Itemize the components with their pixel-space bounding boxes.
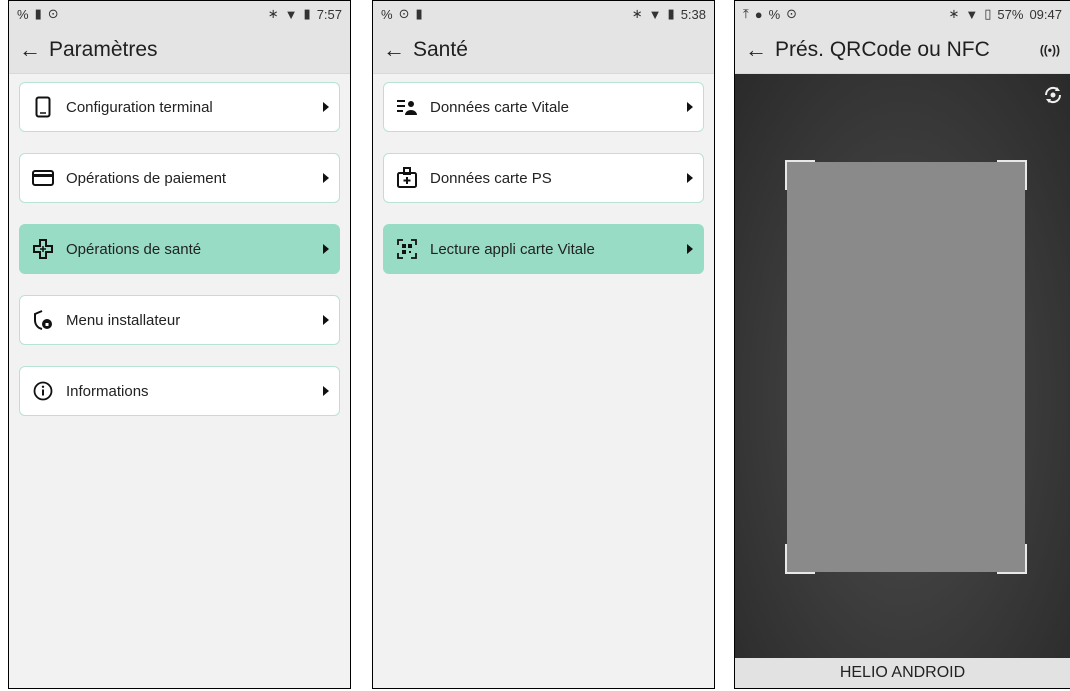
menu-item-label: Informations	[66, 382, 149, 400]
menu-item-label: Données carte Vitale	[430, 98, 569, 116]
menu-item-label: Opérations de santé	[66, 240, 202, 258]
scan-corner	[997, 544, 1027, 574]
menu-item-configuration-terminal[interactable]: Configuration terminal	[19, 82, 340, 132]
sante-list: Données carte Vitale Données carte PS Le…	[373, 74, 714, 303]
info-icon	[30, 378, 56, 404]
nfc-icon[interactable]: ((•))	[1040, 43, 1060, 57]
menu-item-label: Configuration terminal	[66, 98, 213, 116]
scan-frame	[785, 160, 1027, 574]
shield-icon: ⊙	[398, 6, 410, 21]
menu-item-label: Menu installateur	[66, 311, 181, 329]
battery-icon: ▮	[303, 6, 311, 21]
medical-cross-icon	[30, 236, 56, 262]
wifi-icon: ▼	[965, 6, 979, 22]
app-icon: ●	[754, 6, 763, 22]
battery-icon: ▯	[984, 6, 992, 21]
scan-corner	[785, 544, 815, 574]
status-bar: % ▮ ⊙ ∗ ▼ ▮ 7:57	[9, 1, 350, 27]
bluetooth-icon: ∗	[631, 6, 643, 21]
sd-card-icon: ▮	[34, 6, 42, 21]
sd-card-icon: ▮	[415, 6, 423, 21]
chevron-right-icon	[323, 173, 329, 183]
wifi-icon: ▼	[648, 6, 662, 22]
menu-item-label: Opérations de paiement	[66, 169, 227, 187]
back-arrow-icon[interactable]: ←	[383, 37, 413, 63]
menu-item-donnees-carte-vitale[interactable]: Données carte Vitale	[383, 82, 704, 132]
link-icon: %	[17, 6, 29, 22]
switch-camera-icon[interactable]	[1042, 84, 1064, 106]
status-time: 5:38	[680, 6, 706, 22]
credit-card-icon	[30, 165, 56, 191]
menu-item-label: Lecture appli carte Vitale	[430, 240, 595, 258]
chevron-right-icon	[323, 315, 329, 325]
app-bar: ← Prés. QRCode ou NFC ((•))	[735, 27, 1070, 74]
upload-icon: ⤒	[743, 6, 749, 21]
bluetooth-icon: ∗	[267, 6, 279, 21]
settings-list: Configuration terminal Opérations de pai…	[9, 74, 350, 445]
back-arrow-icon[interactable]: ←	[19, 37, 49, 63]
chevron-right-icon	[687, 102, 693, 112]
bluetooth-icon: ∗	[948, 6, 960, 21]
page-title: Prés. QRCode ou NFC	[775, 38, 990, 61]
medical-badge-icon	[394, 165, 420, 191]
scan-corner	[997, 160, 1027, 190]
chevron-right-icon	[323, 244, 329, 254]
battery-icon: ▮	[667, 6, 675, 21]
status-time: 09:47	[1029, 6, 1062, 22]
menu-item-menu-installateur[interactable]: Menu installateur	[19, 295, 340, 345]
shield-icon: ⊙	[47, 6, 59, 21]
app-bar: ← Santé	[373, 27, 714, 74]
link-icon: %	[768, 6, 781, 22]
back-arrow-icon[interactable]: ←	[745, 37, 775, 63]
status-bar: ⤒ ● % ⊙ ∗ ▼ ▯ 57% 09:47	[735, 1, 1070, 27]
footer-label: HELIO ANDROID	[735, 658, 1070, 688]
battery-level: 57%	[997, 6, 1024, 22]
chevron-right-icon	[323, 386, 329, 396]
menu-item-donnees-carte-ps[interactable]: Données carte PS	[383, 153, 704, 203]
link-icon: %	[381, 6, 393, 22]
page-title: Paramètres	[49, 38, 158, 61]
phone-screen-sante: % ⊙ ▮ ∗ ▼ ▮ 5:38 ← Santé Données carte V…	[372, 0, 715, 689]
menu-item-informations[interactable]: Informations	[19, 366, 340, 416]
app-bar: ← Paramètres	[9, 27, 350, 74]
phone-screen-parametres: % ▮ ⊙ ∗ ▼ ▮ 7:57 ← Paramètres Configurat…	[8, 0, 351, 689]
status-bar: % ⊙ ▮ ∗ ▼ ▮ 5:38	[373, 1, 714, 27]
menu-item-lecture-appli-carte-vitale[interactable]: Lecture appli carte Vitale	[383, 224, 704, 274]
chevron-right-icon	[323, 102, 329, 112]
scan-corner	[785, 160, 815, 190]
status-time: 7:57	[316, 6, 342, 22]
page-title: Santé	[413, 38, 468, 61]
person-list-icon	[394, 94, 420, 120]
chevron-right-icon	[687, 244, 693, 254]
menu-item-label: Données carte PS	[430, 169, 552, 187]
camera-preview	[735, 74, 1070, 660]
menu-item-operations-sante[interactable]: Opérations de santé	[19, 224, 340, 274]
phone-icon	[30, 94, 56, 120]
menu-item-operations-paiement[interactable]: Opérations de paiement	[19, 153, 340, 203]
qr-scan-icon	[394, 236, 420, 262]
wifi-icon: ▼	[284, 6, 298, 22]
chevron-right-icon	[687, 173, 693, 183]
shield-lock-icon	[30, 307, 56, 333]
shield-icon: ⊙	[786, 6, 798, 21]
phone-screen-scanner: ⤒ ● % ⊙ ∗ ▼ ▯ 57% 09:47 ← Prés. QRCode o…	[734, 0, 1070, 689]
